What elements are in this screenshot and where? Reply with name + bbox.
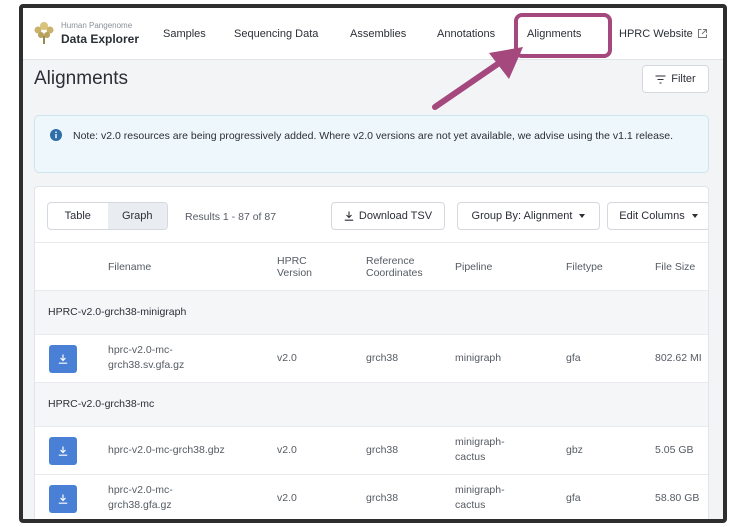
results-count: Results 1 - 87 of 87	[185, 211, 277, 223]
cell-pipeline-line1: minigraph-	[455, 436, 505, 448]
group-row: HPRC-v2.0-grch38-mc	[35, 383, 708, 427]
notice-text: Note: v2.0 resources are being progressi…	[73, 130, 673, 142]
cell-filetype: gbz	[566, 444, 583, 456]
view-toggle: Table Graph	[47, 202, 168, 230]
cell-reference: grch38	[366, 444, 399, 456]
nav-assemblies[interactable]: Assemblies	[350, 28, 406, 40]
download-icon	[344, 211, 354, 221]
cell-version: v2.0	[277, 492, 297, 504]
filter-button[interactable]: Filter	[642, 65, 709, 93]
column-reference-line2: Coordinates	[366, 267, 423, 279]
cell-filetype: gfa	[566, 352, 581, 364]
nav-samples[interactable]: Samples	[163, 28, 206, 40]
column-pipeline[interactable]: Pipeline	[455, 261, 492, 273]
column-reference-line1: Reference	[366, 255, 415, 267]
row-download-button[interactable]	[49, 437, 77, 465]
info-notice: Note: v2.0 resources are being progressi…	[34, 115, 709, 173]
page-title: Alignments	[34, 68, 128, 89]
cell-version: v2.0	[277, 352, 297, 364]
caret-down-icon	[691, 214, 698, 218]
cell-reference: grch38	[366, 492, 399, 504]
download-icon	[58, 446, 68, 456]
cell-filename-line1: hprc-v2.0-mc-	[108, 344, 173, 356]
cell-filesize: 5.05 GB	[655, 444, 694, 456]
cell-filetype: gfa	[566, 492, 581, 504]
download-icon	[58, 494, 68, 504]
group-by-label: Group By: Alignment	[471, 210, 573, 222]
table-toolbar: Table Graph Results 1 - 87 of 87 Downloa…	[35, 187, 708, 243]
annotation-arrow-icon	[432, 47, 523, 110]
group-label: HPRC-v2.0-grch38-minigraph	[48, 306, 187, 318]
nav-hprc-website[interactable]: HPRC Website	[619, 28, 708, 40]
cell-pipeline-line2: cactus	[455, 499, 486, 511]
cell-filename-line2: grch38.sv.gfa.gz	[108, 359, 185, 371]
top-navbar: Human Pangenome Data Explorer Samples Se…	[23, 8, 723, 60]
filter-icon	[655, 74, 666, 84]
column-hprc-version[interactable]: HPRC Version	[277, 255, 312, 279]
edit-columns-label: Edit Columns	[619, 210, 685, 222]
cell-pipeline-line2: cactus	[455, 451, 486, 463]
cell-filename-line2: grch38.gfa.gz	[108, 499, 172, 511]
results-panel: Table Graph Results 1 - 87 of 87 Downloa…	[34, 186, 709, 519]
column-file-size[interactable]: File Size	[655, 261, 695, 273]
table-header: Filename HPRC Version Reference Coordina…	[35, 243, 708, 291]
pangenome-logo-icon	[34, 22, 54, 44]
row-download-button[interactable]	[49, 485, 77, 513]
row-download-button[interactable]	[49, 345, 77, 373]
cell-pipeline: minigraph	[455, 352, 502, 364]
download-tsv-label: Download TSV	[358, 210, 433, 222]
cell-filename[interactable]: hprc-v2.0-mc-grch38.gbz	[108, 443, 225, 458]
cell-pipeline: minigraph- cactus	[455, 435, 505, 465]
brand-subtitle: Human Pangenome	[61, 21, 133, 30]
table-row: hprc-v2.0-mc- grch38.gfa.gz v2.0 grch38 …	[35, 475, 708, 519]
column-hprc-version-line1: HPRC	[277, 255, 307, 267]
column-hprc-version-line2: Version	[277, 267, 313, 279]
view-graph-button[interactable]: Graph	[107, 203, 167, 229]
app-window: Human Pangenome Data Explorer Samples Se…	[19, 4, 727, 523]
cell-filesize: 58.80 GB	[655, 492, 700, 504]
nav-hprc-website-label: HPRC Website	[619, 28, 693, 40]
column-filetype[interactable]: Filetype	[566, 261, 603, 273]
view-table-button[interactable]: Table	[48, 203, 108, 229]
nav-annotations[interactable]: Annotations	[437, 28, 495, 40]
cell-pipeline: minigraph- cactus	[455, 483, 505, 513]
cell-filesize: 802.62 MI	[655, 352, 702, 364]
group-row: HPRC-v2.0-grch38-minigraph	[35, 291, 708, 335]
cell-version: v2.0	[277, 444, 297, 456]
cell-filename-line1: hprc-v2.0-mc-	[108, 484, 173, 496]
cell-filename[interactable]: hprc-v2.0-mc- grch38.sv.gfa.gz	[108, 343, 184, 373]
cell-filename[interactable]: hprc-v2.0-mc- grch38.gfa.gz	[108, 483, 173, 513]
column-filename[interactable]: Filename	[108, 261, 151, 273]
column-reference-coordinates[interactable]: Reference Coordinates	[366, 255, 423, 279]
table-row: hprc-v2.0-mc- grch38.sv.gfa.gz v2.0 grch…	[35, 335, 708, 383]
cell-pipeline-line1: minigraph-	[455, 484, 505, 496]
table-row: hprc-v2.0-mc-grch38.gbz v2.0 grch38 mini…	[35, 427, 708, 475]
info-icon	[50, 129, 62, 141]
download-tsv-button[interactable]: Download TSV	[331, 202, 445, 230]
cell-reference: grch38	[366, 352, 399, 364]
group-label: HPRC-v2.0-grch38-mc	[48, 398, 155, 410]
group-by-dropdown[interactable]: Group By: Alignment	[457, 202, 600, 230]
caret-down-icon	[579, 214, 586, 218]
brand-title[interactable]: Data Explorer	[61, 32, 139, 46]
nav-sequencing-data[interactable]: Sequencing Data	[234, 28, 318, 40]
edit-columns-dropdown[interactable]: Edit Columns	[607, 202, 708, 230]
download-icon	[58, 354, 68, 364]
external-link-icon	[697, 29, 707, 38]
filter-button-label: Filter	[671, 73, 696, 85]
